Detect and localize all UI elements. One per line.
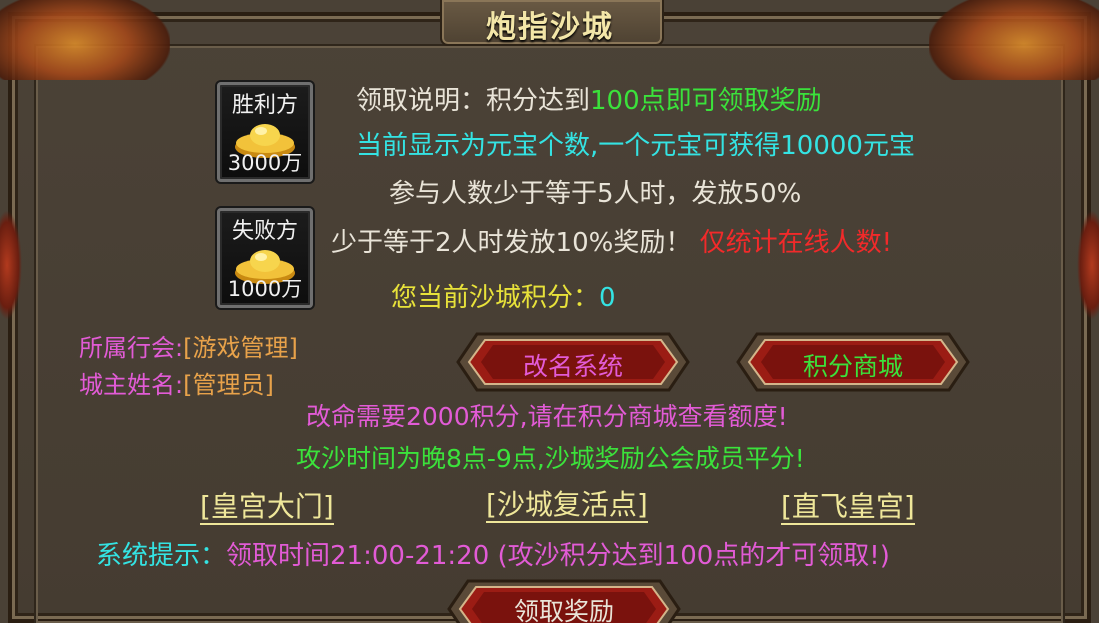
participant-rule-2-text: 少于等于2人时发放10%奖励！ <box>331 228 692 258</box>
siege-time-notice: 攻沙时间为晚8点-9点,沙城奖励公会成员平分! <box>296 444 805 473</box>
guild-value: [游戏管理] <box>183 334 298 362</box>
system-tip-text: 领取时间21:00-21:20 (攻沙积分达到100点的才可领取!) <box>226 541 890 571</box>
rename-cost-notice: 改命需要2000积分,请在积分商城查看额度! <box>306 402 788 431</box>
window-title: 炮指沙城 <box>486 10 614 45</box>
rename-button-label: 改名系统 <box>522 352 623 381</box>
claim-threshold: 100点即可领取奖励 <box>590 86 822 116</box>
points-shop-button[interactable]: 积分商城 <box>735 331 971 393</box>
claim-reward-button-label: 领取奖励 <box>513 597 614 623</box>
winner-amount: 3000万 <box>227 151 303 175</box>
current-score: 您当前沙城积分：0 <box>391 285 616 311</box>
owner-info: 城主姓名:[管理员] <box>79 373 274 397</box>
owner-label: 城主姓名: <box>79 371 184 399</box>
score-value: 0 <box>599 283 616 313</box>
loser-amount: 1000万 <box>227 277 303 301</box>
rename-button[interactable]: 改名系统 <box>455 331 691 393</box>
loser-reward-slot[interactable]: 失败方 1000万 <box>217 208 313 308</box>
side-ornament-left <box>0 210 22 320</box>
siege-reward-panel: 炮指沙城 胜利方 3000万 失败方 1000万 领取说明：积分达到100点即可… <box>0 0 1099 623</box>
points-shop-button-label: 积分商城 <box>802 352 903 381</box>
ingot-conversion-note: 当前显示为元宝个数,一个元宝可获得10000元宝 <box>356 131 915 161</box>
palace-gate-link[interactable]: [皇宫大门] <box>200 491 334 525</box>
revive-point-link[interactable]: [沙城复活点] <box>486 489 648 523</box>
fly-palace-link[interactable]: [直飞皇宫] <box>781 491 915 525</box>
dragon-ornament-left <box>0 0 170 80</box>
winner-reward-slot[interactable]: 胜利方 3000万 <box>217 82 313 182</box>
guild-label: 所属行会: <box>79 334 184 362</box>
system-tip: 系统提示：领取时间21:00-21:20 (攻沙积分达到100点的才可领取!) <box>96 543 890 569</box>
side-ornament-right <box>1077 210 1099 320</box>
loser-label: 失败方 <box>231 219 298 244</box>
score-label: 您当前沙城积分： <box>391 283 600 313</box>
claim-instructions-prefix: 领取说明：积分达到 <box>356 86 591 116</box>
participant-rule-5: 参与人数少于等于5人时，发放50% <box>389 179 802 209</box>
dragon-ornament-right <box>929 0 1099 80</box>
online-only-warning: 仅统计在线人数! <box>699 228 893 258</box>
participant-rule-2: 少于等于2人时发放10%奖励！ 仅统计在线人数! <box>331 230 892 256</box>
winner-label: 胜利方 <box>231 93 298 118</box>
claim-reward-button[interactable]: 领取奖励 <box>446 578 682 623</box>
system-tip-label: 系统提示： <box>96 541 227 571</box>
owner-value: [管理员] <box>183 371 274 399</box>
guild-info: 所属行会:[游戏管理] <box>79 336 298 360</box>
claim-instructions: 领取说明：积分达到100点即可领取奖励 <box>356 88 822 114</box>
